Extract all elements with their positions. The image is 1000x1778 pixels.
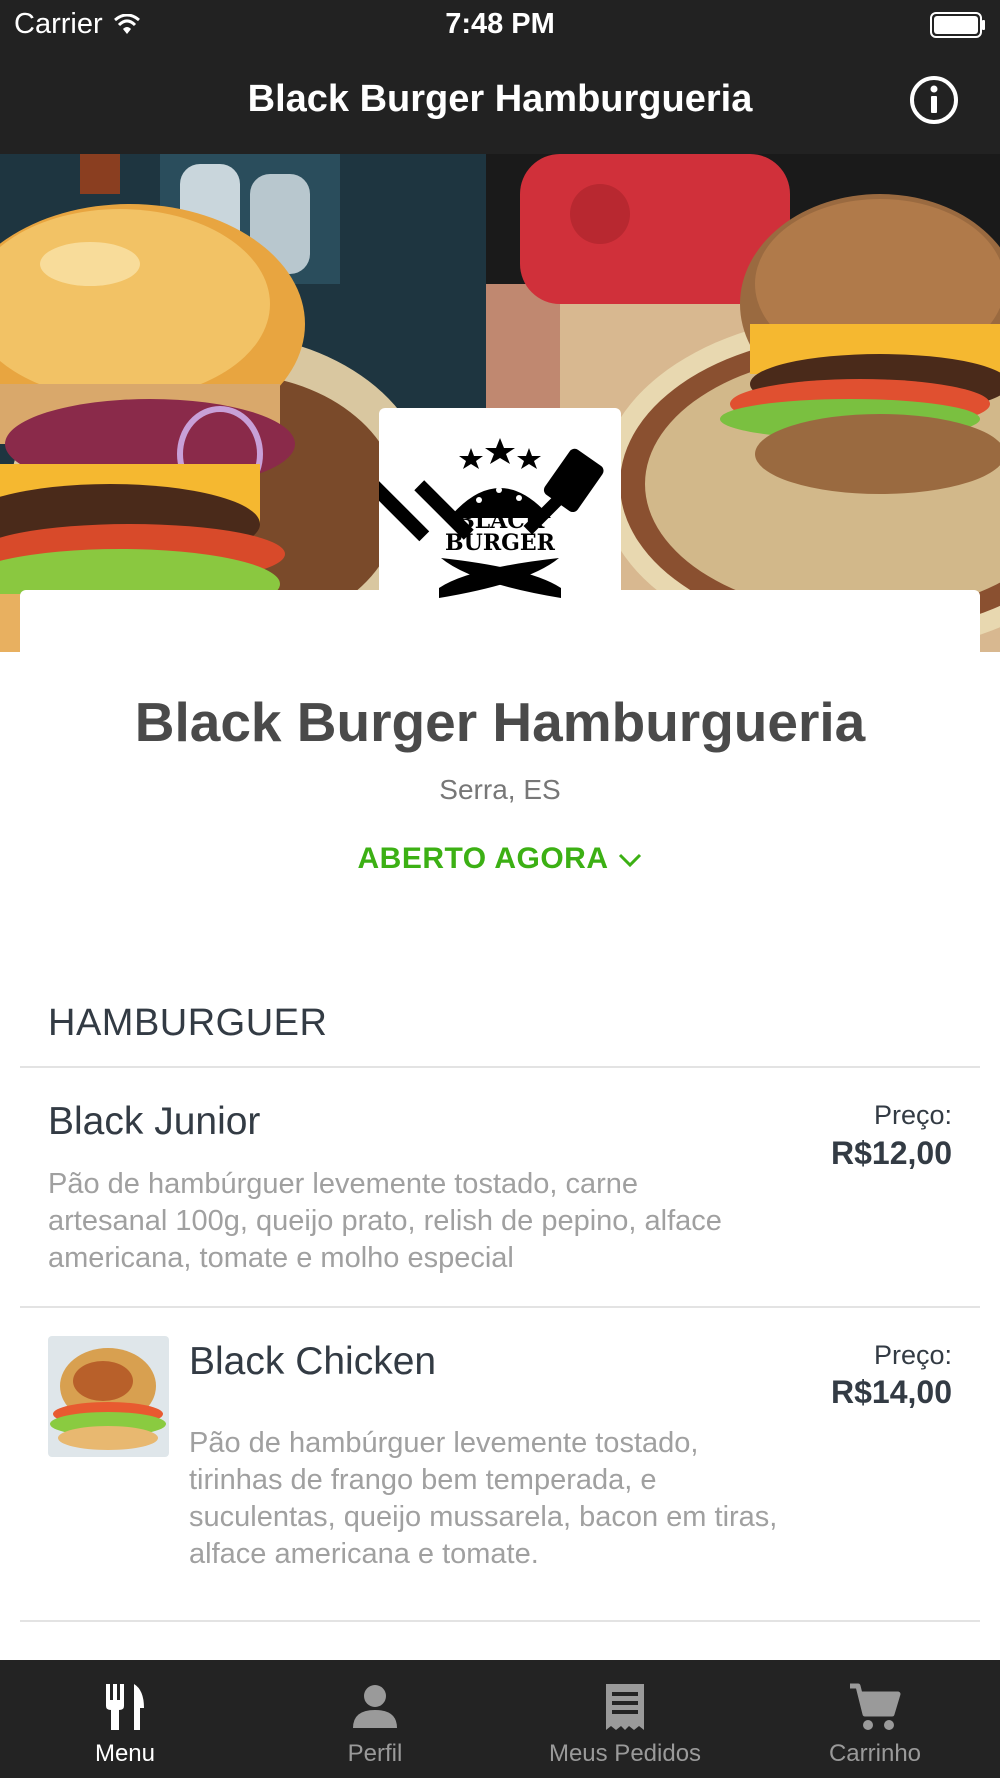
cart-icon bbox=[850, 1683, 901, 1730]
logo-wordmark: BLACK BURGER bbox=[379, 510, 621, 554]
item-name: Black Junior bbox=[48, 1100, 261, 1143]
status-time: 7:48 PM bbox=[445, 8, 555, 40]
logo-line1: BLACK bbox=[456, 508, 544, 534]
price-label: Preço: bbox=[873, 1340, 952, 1370]
divider bbox=[20, 1066, 980, 1068]
tab-label: Perfil bbox=[347, 1740, 403, 1767]
price-label: Preço: bbox=[873, 1100, 952, 1130]
receipt-icon bbox=[606, 1684, 644, 1730]
item-description: Pão de hambúrguer levemente tostado, car… bbox=[48, 1168, 722, 1274]
item-price: R$14,00 bbox=[831, 1374, 952, 1410]
battery-icon bbox=[930, 12, 985, 38]
open-status-label: ABERTO AGORA bbox=[357, 842, 609, 875]
divider bbox=[20, 1620, 980, 1622]
tab-bar: Menu Perfil Meus Pedidos Carrinho bbox=[0, 1660, 1000, 1778]
person-icon bbox=[353, 1685, 397, 1728]
open-status-toggle[interactable]: ABERTO AGORA bbox=[0, 842, 1000, 876]
restaurant-location: Serra, ES bbox=[439, 774, 561, 805]
logo-subtitle: Delivery bbox=[472, 568, 528, 583]
item-description: Pão de hambúrguer levemente tostado, tir… bbox=[189, 1427, 778, 1570]
tab-carrinho[interactable]: Carrinho bbox=[750, 1660, 1000, 1778]
tab-meus-pedidos[interactable]: Meus Pedidos bbox=[500, 1660, 750, 1778]
tab-label: Meus Pedidos bbox=[548, 1740, 702, 1767]
fork-knife-icon bbox=[106, 1684, 144, 1730]
tab-perfil[interactable]: Perfil bbox=[250, 1660, 500, 1778]
item-thumbnail bbox=[48, 1336, 169, 1457]
divider bbox=[20, 1306, 980, 1308]
menu-section-title: HAMBURGUER bbox=[48, 1002, 328, 1044]
restaurant-name: Black Burger Hamburgueria bbox=[134, 691, 866, 753]
status-bar: Carrier 7:48 PM bbox=[0, 0, 1000, 50]
item-price: R$12,00 bbox=[831, 1135, 952, 1171]
chevron-down-icon bbox=[618, 854, 641, 868]
logo-line2: BURGER bbox=[445, 530, 555, 556]
restaurant-logo: BLACK BURGER Delivery bbox=[362, 408, 621, 618]
tab-label: Menu bbox=[94, 1740, 156, 1767]
info-icon[interactable] bbox=[908, 74, 960, 126]
navigation-bar: Black Burger Hamburgueria bbox=[0, 50, 1000, 154]
tab-label: Carrinho bbox=[828, 1740, 922, 1767]
nav-title: Black Burger Hamburgueria bbox=[247, 78, 753, 120]
tab-menu[interactable]: Menu bbox=[0, 1660, 250, 1778]
item-name: Black Chicken bbox=[189, 1340, 437, 1383]
